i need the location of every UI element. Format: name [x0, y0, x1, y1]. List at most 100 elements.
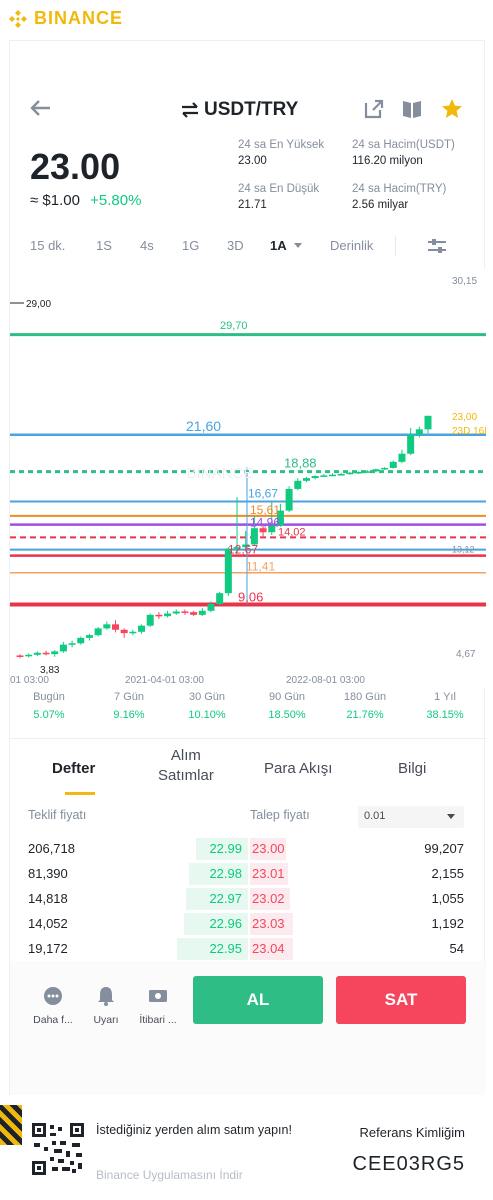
candle-body	[59, 644, 67, 652]
candlestick-chart[interactable]: 30,1529,0029,7021,6018,8816,6715,6114,96…	[10, 269, 486, 689]
stat-vol-try-label: 24 sa Hacim(TRY)	[352, 183, 447, 195]
ask-price: 23.03	[252, 916, 285, 931]
perf-label: 1 Yıl	[434, 691, 456, 703]
top-bar: BINANCE	[0, 0, 493, 40]
back-arrow-icon[interactable]	[28, 95, 54, 128]
external-link-icon[interactable]	[362, 97, 386, 121]
watermark: BINANCE	[187, 465, 254, 482]
perf-label: 30 Gün	[188, 691, 226, 703]
candle-body	[311, 476, 319, 479]
binance-logo-icon	[9, 9, 27, 28]
perf-7d: 7 Gün 9.16%	[94, 691, 164, 721]
candle-body	[337, 474, 345, 476]
candle-body	[103, 624, 111, 629]
buy-button[interactable]: AL	[193, 976, 323, 1024]
level-label-1496: 14,96	[250, 516, 280, 530]
tab-para-akisi[interactable]: Para Akışı	[264, 760, 332, 777]
level-label-1667: 16,67	[248, 487, 278, 501]
tab-alim-line1: Alım	[170, 747, 201, 764]
timeframe-depth[interactable]: Derinlik	[330, 238, 373, 253]
tab-alim-satimlar[interactable]: Alım Satımlar	[158, 746, 214, 786]
perf-label: Bugün	[33, 691, 65, 703]
candle-body	[33, 652, 41, 655]
alert-button[interactable]: Uyarı	[88, 985, 124, 1026]
timeframe-1m[interactable]: 1A	[270, 238, 303, 253]
level-label-906: 9,06	[238, 590, 263, 605]
candle-body	[407, 434, 415, 454]
level-label-1402: 14,02	[278, 526, 306, 538]
candle-body	[398, 453, 406, 462]
star-icon[interactable]	[440, 97, 464, 121]
candle-body	[138, 625, 146, 632]
tab-alim-line2: Satımlar	[158, 767, 214, 784]
candle-body	[415, 429, 423, 435]
level-label-2970: 29,70	[220, 320, 248, 332]
candle-body	[381, 467, 389, 470]
caret-down-icon	[293, 243, 302, 248]
candle-body	[198, 610, 206, 615]
x-tick-label: 2021-04-01 03:00	[125, 675, 204, 686]
level-label-1267: 12,67	[228, 543, 258, 557]
candle-body	[294, 480, 302, 489]
settings-sliders-icon[interactable]	[426, 236, 448, 259]
candle-body	[172, 611, 180, 614]
orderbook-row[interactable]: 206,718 22.99 23.00 99,207	[10, 838, 486, 863]
bid-qty: 14,818	[28, 891, 68, 906]
brand-logo[interactable]: BINANCE	[8, 8, 123, 29]
timeframe-1d[interactable]: 1G	[182, 238, 199, 253]
perf-value: 5.07%	[33, 709, 65, 721]
split-view-icon[interactable]	[400, 97, 424, 121]
tab-defter[interactable]: Defter	[52, 760, 95, 777]
precision-select[interactable]: 0.01	[358, 806, 464, 828]
stat-vol-try-value: 2.56 milyar	[352, 199, 409, 211]
tab-bar: Defter Alım Satımlar Para Akışı Bilgi	[10, 746, 486, 796]
candle-body	[346, 472, 354, 475]
perf-value: 9.16%	[113, 709, 145, 721]
action-bar: Daha f... Uyarı İtibari ... AL SAT	[10, 961, 486, 1096]
orderbook-row[interactable]: 14,818 22.97 23.02 1,055	[10, 888, 486, 913]
candle-body	[85, 635, 93, 638]
tab-bilgi[interactable]: Bilgi	[398, 760, 426, 777]
last-price: 23.00	[30, 146, 121, 187]
candle-body	[424, 415, 432, 430]
candle-body	[355, 472, 363, 474]
margin-label: İtibari ...	[139, 1014, 177, 1026]
performance-row: Bugün 5.07% 7 Gün 9.16% 30 Gün 10.10% 90…	[10, 691, 486, 731]
ask-price: 23.04	[252, 941, 285, 956]
active-tab-indicator	[65, 792, 95, 795]
stat-vol-usdt-value: 116.20 milyon	[352, 155, 423, 167]
ask-price: 23.02	[252, 891, 285, 906]
bid-price: 22.95	[209, 941, 242, 956]
candle-body	[190, 612, 198, 615]
sell-button[interactable]: SAT	[336, 976, 466, 1024]
stat-vol-usdt-label: 24 sa Hacim(USDT)	[352, 139, 455, 151]
cash-icon	[149, 990, 167, 1002]
ask-qty: 99,207	[424, 841, 464, 856]
timeframe-1h[interactable]: 1S	[96, 238, 112, 253]
timeframe-15m[interactable]: 15 dk.	[30, 238, 65, 253]
candle-body	[146, 614, 154, 626]
perf-value: 38.15%	[426, 709, 464, 721]
margin-button[interactable]: İtibari ...	[130, 985, 186, 1026]
referral-code[interactable]: CEE03RG5	[353, 1153, 466, 1176]
ask-price: 23.00	[252, 841, 285, 856]
perf-label: 7 Gün	[114, 691, 144, 703]
perf-label: 180 Gün	[343, 691, 387, 703]
orderbook-row[interactable]: 14,052 22.96 23.03 1,192	[10, 913, 486, 938]
candle-body	[42, 652, 50, 655]
timeframe-bar: 15 dk. 1S 4s 1G 3D 1A Derinlik	[10, 236, 486, 264]
divider	[395, 236, 396, 256]
more-button[interactable]: Daha f...	[30, 985, 76, 1026]
candle-body	[363, 471, 371, 473]
orderbook-row[interactable]: 19,172 22.95 23.04 54	[10, 938, 486, 963]
orderbook-row[interactable]: 81,390 22.98 23.01 2,155	[10, 863, 486, 888]
orderbook-header: Teklif fiyatı Talep fiyatı 0.01	[10, 806, 486, 836]
pair-selector[interactable]: USDT/TRY	[180, 99, 298, 121]
candle-body	[320, 475, 328, 477]
timeframe-4h[interactable]: 4s	[140, 238, 154, 253]
timeframe-3d[interactable]: 3D	[227, 238, 244, 253]
swap-icon	[182, 102, 198, 118]
footer-download-link[interactable]: Binance Uygulamasını İndir	[96, 1168, 243, 1182]
stat-low-label: 24 sa En Düşük	[238, 183, 320, 195]
candle-body	[389, 461, 397, 468]
